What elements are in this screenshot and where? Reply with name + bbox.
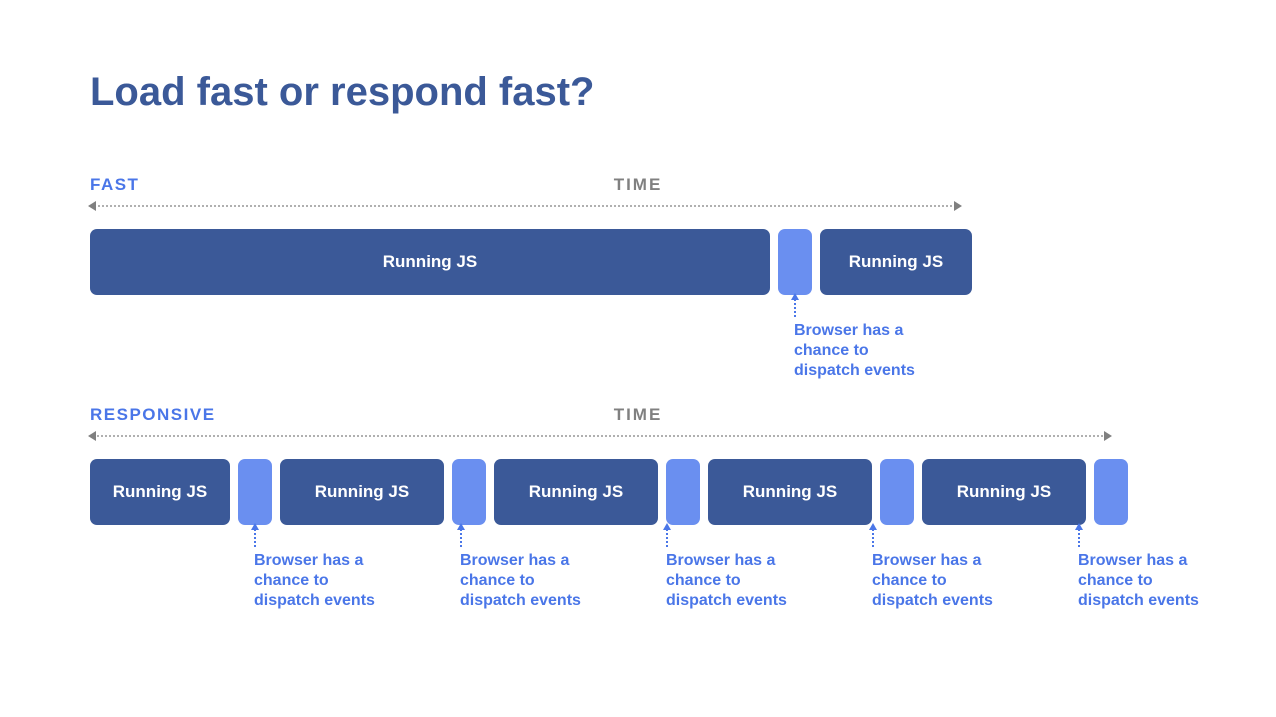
- annotation-text: Browser has achance todispatch events: [1078, 551, 1199, 611]
- annotation-text: Browser has achance todispatch events: [460, 551, 581, 611]
- gap-block: [452, 459, 486, 525]
- gap-block: [666, 459, 700, 525]
- bar-row-fast: Running JS Running JS: [90, 229, 1186, 295]
- section-fast: FAST TIME Running JS Running JS Browser …: [90, 175, 1186, 295]
- gap-block: [778, 229, 812, 295]
- pointer-line-icon: [794, 295, 796, 317]
- time-label-fast: TIME: [614, 175, 663, 195]
- js-block: Running JS: [90, 459, 230, 525]
- section-header-responsive: RESPONSIVE TIME: [90, 405, 1186, 429]
- timeline-responsive: [90, 435, 1110, 437]
- js-block: Running JS: [494, 459, 658, 525]
- section-header-fast: FAST TIME: [90, 175, 1186, 199]
- pointer-line-icon: [254, 525, 256, 547]
- pointer-line-icon: [872, 525, 874, 547]
- annotation-text: Browser has achance todispatch events: [666, 551, 787, 611]
- pointer-line-icon: [1078, 525, 1080, 547]
- annotation-text: Browser has achance todispatch events: [254, 551, 375, 611]
- section-responsive: RESPONSIVE TIME Running JS Running JS Ru…: [90, 405, 1186, 525]
- timeline-fast: [90, 205, 960, 207]
- js-block: Running JS: [820, 229, 972, 295]
- js-block: Running JS: [708, 459, 872, 525]
- pointer-line-icon: [666, 525, 668, 547]
- page-title: Load fast or respond fast?: [90, 70, 1186, 115]
- gap-block: [238, 459, 272, 525]
- section-label-fast: FAST: [90, 175, 139, 195]
- pointer-area-responsive: Browser has achance todispatch events Br…: [90, 525, 1186, 675]
- bar-row-responsive: Running JS Running JS Running JS Running…: [90, 459, 1186, 525]
- annotation-text: Browser has achance todispatch events: [872, 551, 993, 611]
- js-block: Running JS: [90, 229, 770, 295]
- section-label-responsive: RESPONSIVE: [90, 405, 216, 425]
- js-block: Running JS: [280, 459, 444, 525]
- gap-block: [880, 459, 914, 525]
- js-block: Running JS: [922, 459, 1086, 525]
- annotation-text: Browser has achance todispatch events: [794, 321, 915, 381]
- gap-block: [1094, 459, 1128, 525]
- time-label-responsive: TIME: [614, 405, 663, 425]
- pointer-line-icon: [460, 525, 462, 547]
